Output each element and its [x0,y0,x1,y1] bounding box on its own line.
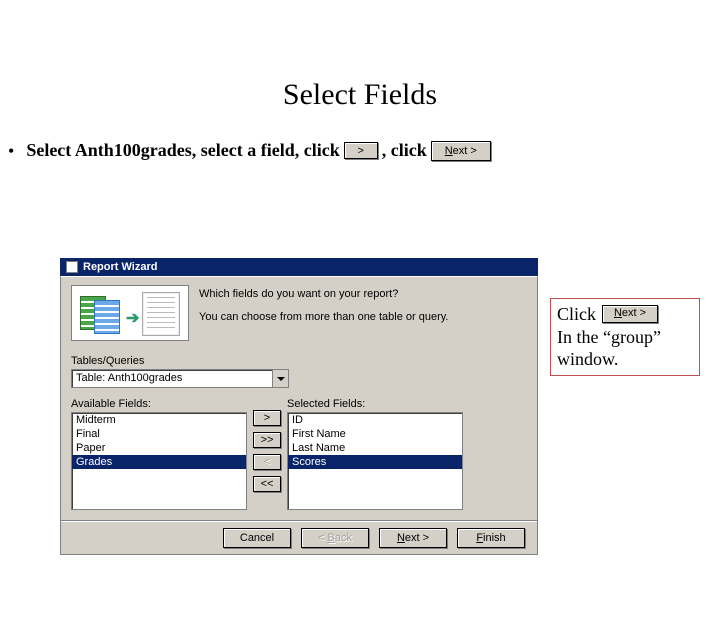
move-all-right-button[interactable]: >> [253,432,281,448]
note-line-3: window. [557,348,693,371]
prompt-line-1: Which fields do you want on your report? [199,287,527,302]
list-item[interactable]: Last Name [288,441,462,455]
list-item[interactable]: Grades [72,455,246,469]
move-one-right-button[interactable]: > [253,410,281,426]
note-box: Click Next > In the “group” window. [550,298,700,376]
inline-move-button[interactable]: > [344,142,378,159]
combo-value: Table: Anth100grades [72,370,272,387]
list-item[interactable]: Scores [288,455,462,469]
available-fields-label: Available Fields: [71,398,247,410]
tables-queries-label: Tables/Queries [71,355,537,367]
note-line-2: In the “group” [557,326,693,349]
wizard-illustration: ➔ [71,285,189,341]
list-item[interactable]: Final [72,427,246,441]
prompt-line-2: You can choose from more than one table … [199,310,527,325]
window-title: Report Wizard [83,261,157,273]
wizard-prompt: Which fields do you want on your report?… [199,285,527,341]
list-item[interactable]: Paper [72,441,246,455]
bullet-line: • Select Anth100grades, select a field, … [8,140,720,161]
chevron-down-icon [277,375,285,383]
next-button[interactable]: Next > [379,528,447,548]
note-next-button[interactable]: Next > [602,305,658,323]
note-click-label: Click [557,303,596,326]
available-fields-list[interactable]: MidtermFinalPaperGrades [71,412,247,510]
list-item[interactable]: ID [288,413,462,427]
selected-fields-list[interactable]: IDFirst NameLast NameScores [287,412,463,510]
move-all-left-button[interactable]: << [253,476,281,492]
tables-queries-combo[interactable]: Table: Anth100grades [71,369,289,388]
list-item[interactable]: Midterm [72,413,246,427]
combo-dropdown-button[interactable] [272,370,288,387]
cancel-button[interactable]: Cancel [223,528,291,548]
list-item[interactable]: First Name [288,427,462,441]
bullet-text-1: Select Anth100grades, select a field, cl… [26,140,339,161]
back-button[interactable]: < Back [301,528,369,548]
finish-button[interactable]: Finish [457,528,525,548]
inline-next-button[interactable]: Next > [431,141,491,161]
titlebar: Report Wizard [60,258,538,276]
window-icon [66,261,78,273]
move-one-left-button[interactable]: < [253,454,281,470]
report-wizard-window: Report Wizard ➔ Which fields do you want… [60,258,538,555]
wizard-footer: Cancel < Back Next > Finish [61,520,537,554]
bullet-dot: • [8,142,14,160]
slide-title: Select Fields [0,78,720,112]
selected-fields-label: Selected Fields: [287,398,463,410]
bullet-text-2: , click [382,140,427,161]
